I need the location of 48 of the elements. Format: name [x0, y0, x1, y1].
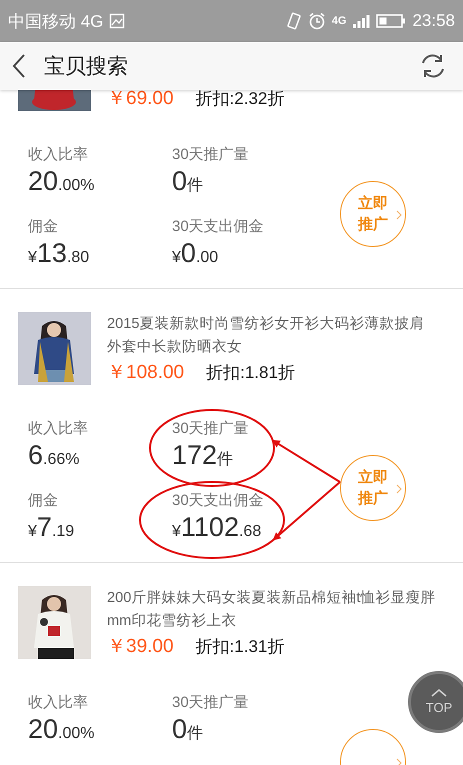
stat-value: ¥1102.68 — [172, 511, 262, 544]
alarm-icon — [308, 12, 326, 30]
discount-label: 折扣:2.32折 — [196, 90, 284, 110]
stat-value: 0件 — [172, 713, 204, 746]
stat-label: 30天支出佣金 — [172, 491, 264, 511]
network-label: 4G — [332, 15, 346, 27]
vibrate-icon — [286, 12, 302, 30]
stat-label: 30天推广量 — [172, 419, 249, 439]
stat-label: 佣金 — [28, 217, 58, 237]
image-icon — [109, 13, 126, 29]
stat-value: 0件 — [172, 165, 204, 198]
battery-icon — [376, 13, 406, 29]
stat-label: 收入比率 — [28, 145, 88, 165]
stat-label: 收入比率 — [28, 693, 88, 713]
product-title[interactable]: 200斤胖妹妹大码女装夏装新品棉短袖t恤衫显瘦胖mm印花雪纺衫上衣 — [107, 587, 439, 633]
stat-value: 172件 — [172, 439, 234, 472]
signal-icon — [352, 13, 370, 29]
stat-value: 20.00% — [28, 165, 95, 198]
product-price: ￥39.00 — [107, 635, 174, 659]
page-title: 宝贝搜索 — [44, 54, 129, 80]
back-icon[interactable] — [12, 53, 26, 79]
annotation-arrow — [272, 481, 341, 541]
stat-label: 30天推广量 — [172, 693, 249, 713]
product-price: ￥69.00 — [107, 90, 174, 111]
stat-label: 30天推广量 — [172, 145, 249, 165]
refresh-icon[interactable] — [419, 52, 447, 80]
stat-value: ¥13.80 — [28, 237, 90, 270]
product-title[interactable]: 2015夏装新款时尚雪纺衫女开衫大码衫薄款披肩外套中长款防晒衣女 — [107, 313, 439, 359]
discount-label: 折扣:1.31折 — [196, 636, 284, 658]
product-price: ￥108.00 — [107, 361, 184, 385]
chevron-icon — [396, 758, 402, 765]
chevron-icon — [396, 210, 402, 220]
stat-value: ¥7.19 — [28, 511, 74, 544]
back-to-top-button[interactable]: TOP — [408, 671, 463, 733]
chevron-up-icon — [431, 689, 447, 697]
promote-button[interactable]: 立即 推广 — [340, 181, 406, 247]
stat-value: ¥0.00 — [172, 237, 218, 270]
promote-button[interactable]: 立即 推广 — [340, 455, 406, 521]
chevron-icon — [396, 484, 402, 494]
carrier-label: 中国移动 4G — [8, 10, 104, 32]
discount-label: 折扣:1.81折 — [206, 362, 295, 384]
clock-time: 23:58 — [412, 11, 455, 31]
stat-label: 30天支出佣金 — [172, 217, 264, 237]
stat-value: 20.00% — [28, 713, 95, 746]
stat-label: 佣金 — [28, 491, 58, 511]
stat-label: 收入比率 — [28, 419, 88, 439]
stat-value: 6.66% — [28, 439, 80, 472]
annotation-arrow — [272, 440, 341, 483]
